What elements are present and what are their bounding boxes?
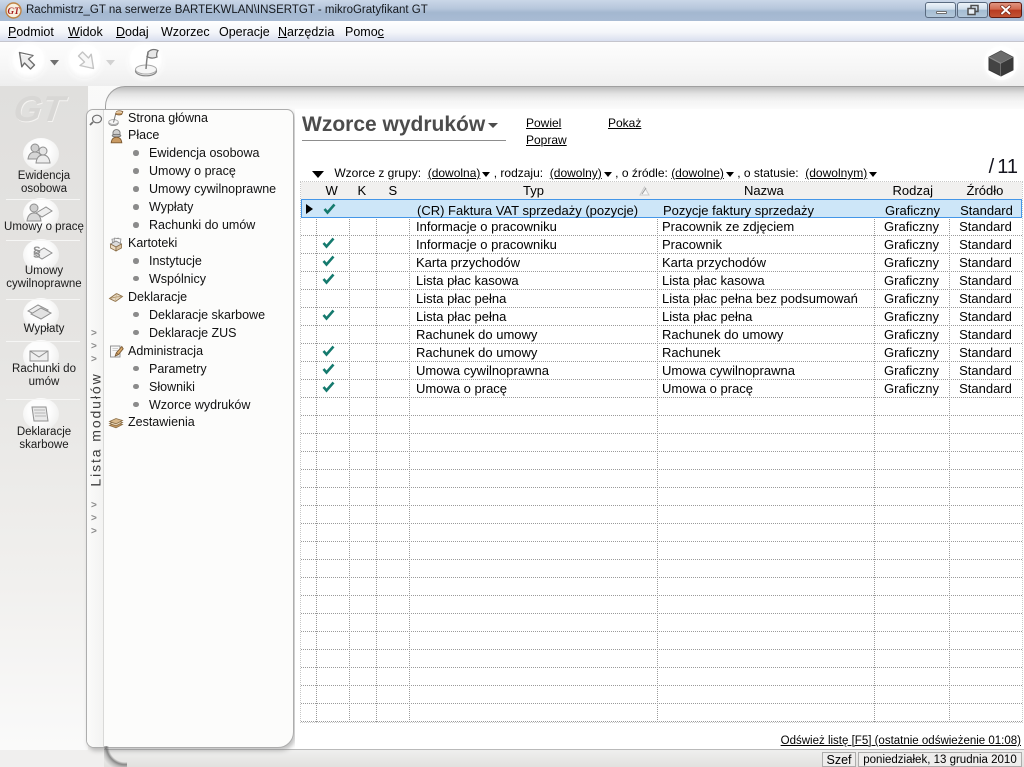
svg-text:§: §: [33, 243, 41, 259]
svg-text:GT: GT: [8, 6, 20, 16]
